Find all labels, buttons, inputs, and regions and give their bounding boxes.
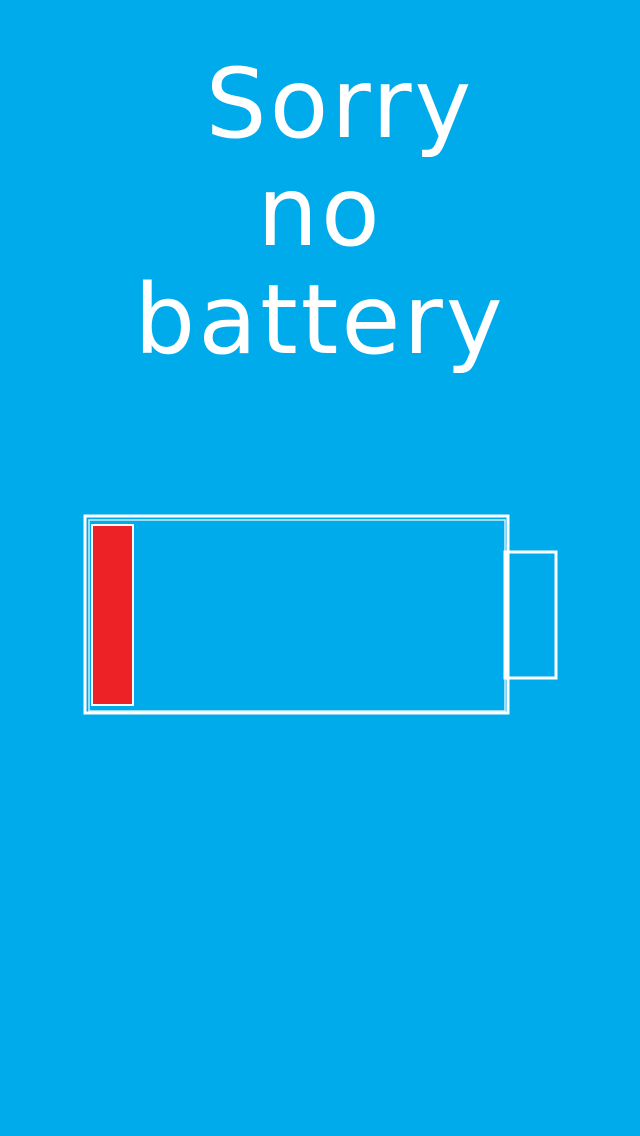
battery-drawing [83,514,558,715]
low-battery-screen: Sorry no battery [0,0,640,1136]
battery-body-inner-outline [88,519,506,712]
message-line-battery: battery [134,264,506,376]
message-line-sorry: Sorry [205,48,475,160]
battery-icon [83,514,564,720]
battery-charge-level [91,524,134,706]
battery-terminal [503,550,558,680]
battery-body-outline [83,514,510,715]
sorry-message: Sorry no battery [0,50,640,374]
message-line-no: no [257,156,383,268]
